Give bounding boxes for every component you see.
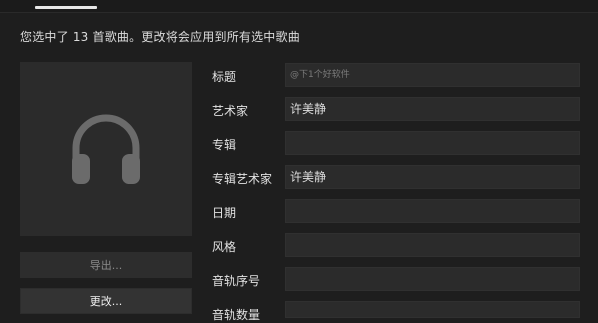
headphones-icon xyxy=(72,114,140,184)
top-bar xyxy=(0,0,598,13)
title-field[interactable]: @下1个好软件 xyxy=(285,63,580,87)
album-field[interactable] xyxy=(285,131,580,155)
date-field[interactable] xyxy=(285,199,580,223)
track-number-field[interactable] xyxy=(285,267,580,291)
genre-label: 风格 xyxy=(212,240,237,254)
track-count-field[interactable] xyxy=(285,301,580,318)
album-art xyxy=(20,62,192,236)
album-artist-label: 专辑艺术家 xyxy=(212,172,273,186)
album-artist-field[interactable]: 许美静 xyxy=(285,165,580,189)
track-number-label: 音轨序号 xyxy=(212,274,261,288)
artist-field[interactable]: 许美静 xyxy=(285,97,580,121)
genre-field[interactable] xyxy=(285,233,580,257)
track-count-label: 音轨数量 xyxy=(212,308,261,322)
change-art-button[interactable]: 更改... xyxy=(20,288,192,314)
export-button[interactable]: 导出... xyxy=(20,252,192,278)
artist-label: 艺术家 xyxy=(212,104,249,118)
title-label: 标题 xyxy=(212,70,237,84)
date-label: 日期 xyxy=(212,206,237,220)
selection-info: 您选中了 13 首歌曲。更改将会应用到所有选中歌曲 xyxy=(20,30,300,44)
active-tab-indicator[interactable] xyxy=(35,6,97,9)
album-label: 专辑 xyxy=(212,138,237,152)
